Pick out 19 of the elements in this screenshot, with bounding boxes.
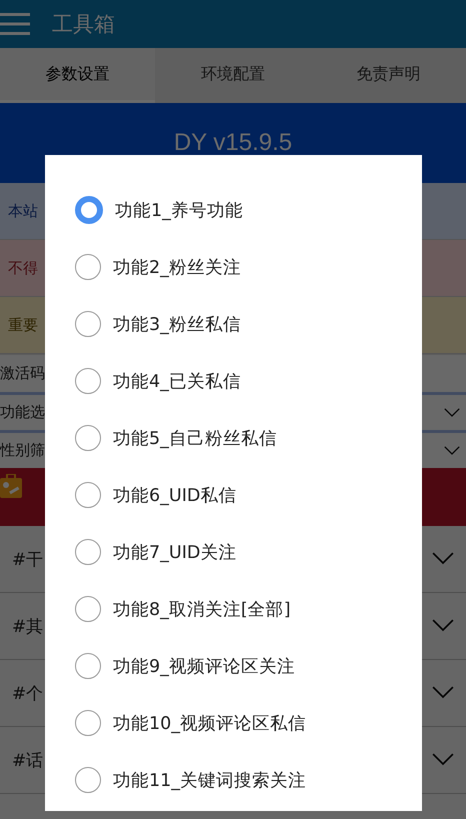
section-title: #干 — [12, 548, 44, 570]
bag-icon — [0, 474, 22, 498]
field-label: 功能选 — [0, 403, 45, 422]
notice-text: 本站 — [8, 202, 38, 220]
chevron-down-icon — [432, 686, 454, 700]
version-title: DY v15.9.5 — [174, 129, 292, 158]
chevron-down-icon — [444, 446, 460, 456]
chevron-down-icon — [432, 552, 454, 566]
field-label: 激活码 — [0, 364, 45, 383]
section-title: #其 — [12, 616, 44, 638]
section-title: #话 — [12, 750, 44, 772]
section-title: #个 — [12, 682, 44, 704]
chevron-down-icon — [444, 408, 460, 418]
notice-text: 重要 — [8, 316, 38, 334]
chevron-down-icon — [432, 619, 454, 633]
menu-icon[interactable] — [0, 11, 30, 37]
chevron-down-icon — [432, 753, 454, 767]
app-title: 工具箱 — [52, 11, 115, 38]
notice-text: 不得 — [8, 258, 38, 278]
